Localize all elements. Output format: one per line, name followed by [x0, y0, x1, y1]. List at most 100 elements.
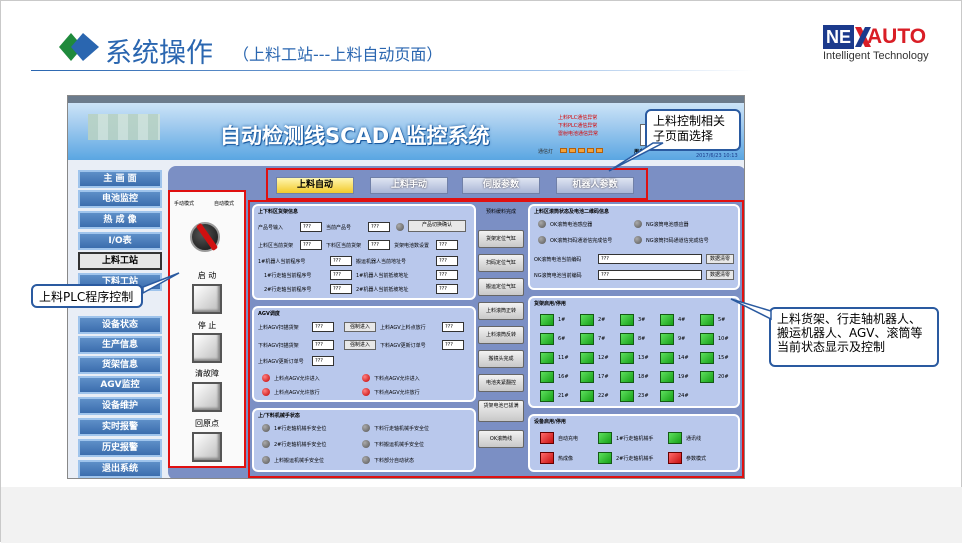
mode-selector-knob[interactable] [190, 222, 220, 252]
window-titlebar [68, 96, 744, 103]
roller-reverse-button[interactable]: 上料滚筒反转 [478, 326, 524, 344]
tab-robot-params[interactable]: 机器人参数 [556, 177, 634, 194]
rack-toggle-icon[interactable] [660, 390, 674, 402]
rack-slot-label: 8# [638, 336, 646, 342]
rack-toggle-icon[interactable] [700, 352, 714, 364]
rack-slot-label: 9# [678, 336, 686, 342]
rack-cylinder-button[interactable]: 货架定位气缸 [478, 230, 524, 248]
sensor-lamp-icon [538, 220, 546, 228]
nav-item-exit[interactable]: 退出系统 [78, 460, 162, 478]
device-toggle-icon[interactable] [540, 432, 554, 444]
nav-item-thermal[interactable]: 热 成 像 [78, 211, 162, 229]
rack-toggle-icon[interactable] [620, 371, 634, 383]
rack-toggle-icon[interactable] [620, 352, 634, 364]
rack-toggle-icon[interactable] [700, 371, 714, 383]
nav-item-production[interactable]: 生产信息 [78, 336, 162, 354]
rack-toggle-icon[interactable] [580, 314, 594, 326]
rack-toggle-icon[interactable] [660, 333, 674, 345]
rack-info-panel: 上下料区货架信息 产品号输入 ??? 当前产品号 ??? 产品切换确认 上料区当… [252, 204, 476, 300]
robot-lamp-label: 1#行走轴机械手安全位 [274, 426, 327, 432]
clock: 2017/6/23 10:13 [696, 153, 738, 159]
rack-slot-label: 10# [718, 336, 729, 342]
comm-label: 通信灯 [538, 149, 554, 155]
device-toggle-icon[interactable] [668, 452, 682, 464]
tab-servo-params[interactable]: 伺服参数 [462, 177, 540, 194]
robot-lamp-icon [362, 424, 370, 432]
tab-loading-manual[interactable]: 上料手动 [370, 177, 448, 194]
rack-toggle-title: 货架启用/停用 [534, 301, 566, 307]
product-no-input[interactable]: ??? [300, 222, 322, 232]
current-product-label: 当前产品号 [326, 225, 352, 231]
tab-loading-auto[interactable]: 上料自动 [276, 177, 354, 194]
lens-done-button[interactable]: 搬镜头完成 [478, 350, 524, 368]
ok-code-value: ??? [598, 254, 702, 264]
rack-field-label: 2#行走轴当前程序号 [264, 287, 312, 293]
nav-item-battery[interactable]: 电池监控 [78, 190, 162, 208]
rack-slot-label: 21# [558, 393, 569, 399]
rack-toggle-icon[interactable] [660, 371, 674, 383]
callout-status-display: 上料货架、行走轴机器人、搬运机器人、AGV、滚筒等当前状态显示及控制 [769, 307, 939, 367]
sensor-lamp-icon [634, 236, 642, 244]
rack-toggle-icon[interactable] [580, 371, 594, 383]
rack-toggle-icon[interactable] [580, 333, 594, 345]
robot-lamp-label: 2#行走轴机械手安全位 [274, 442, 327, 448]
device-toggle-icon[interactable] [668, 432, 682, 444]
force-enter-button[interactable]: 强制进入 [344, 340, 376, 350]
rack-field-label: 下料区当前货架 [326, 243, 362, 249]
nav-item-loading[interactable]: 上料工站 [78, 252, 162, 270]
rack-toggle-icon[interactable] [700, 314, 714, 326]
rack-slot-label: 14# [678, 355, 689, 361]
nav-item-maintenance[interactable]: 设备维护 [78, 397, 162, 415]
nav-item-main[interactable]: 主 画 面 [78, 170, 162, 188]
rack-toggle-icon[interactable] [580, 352, 594, 364]
brand-auto: AUTO [867, 25, 927, 48]
carry-cylinder-button[interactable]: 搬运定位气缸 [478, 278, 524, 296]
rack-toggle-icon[interactable] [660, 352, 674, 364]
rack-toggle-icon[interactable] [620, 333, 634, 345]
stop-button[interactable] [192, 333, 222, 363]
ng-code-value: ??? [598, 270, 702, 280]
nav-item-rack[interactable]: 货架信息 [78, 356, 162, 374]
rack-full-button[interactable]: 货架电池已拔满 [478, 400, 524, 422]
rack-toggle-icon[interactable] [580, 390, 594, 402]
nav-item-io[interactable]: I/O表 [78, 232, 162, 250]
start-button[interactable] [192, 284, 222, 314]
nav-item-agv[interactable]: AGV监控 [78, 376, 162, 394]
rack-toggle-icon[interactable] [540, 390, 554, 402]
product-switch-button[interactable]: 产品切换确认 [408, 220, 466, 232]
rack-field-value[interactable]: ??? [436, 240, 458, 250]
rack-toggle-icon[interactable] [620, 390, 634, 402]
rack-field-value: ??? [300, 240, 322, 250]
clear-fault-button[interactable] [192, 382, 222, 412]
rack-toggle-icon[interactable] [540, 314, 554, 326]
rack-toggle-icon[interactable] [540, 333, 554, 345]
device-toggle-panel: 设备启用/停用 自动充电 1#行走轴机械手 通讯线 热成像 2#行走轴机械手 参… [528, 414, 740, 472]
rack-toggle-icon[interactable] [700, 333, 714, 345]
nav-item-realtime-alarm[interactable]: 实时报警 [78, 418, 162, 436]
home-button[interactable] [192, 432, 222, 462]
rack-slot-label: 6# [558, 336, 566, 342]
battery-clamp-button[interactable]: 电池夹紧翻控 [478, 374, 524, 392]
rack-info-title: 上下料区货架信息 [258, 209, 299, 215]
rack-toggle-icon[interactable] [660, 314, 674, 326]
rack-toggle-icon[interactable] [620, 314, 634, 326]
device-toggle-icon[interactable] [598, 432, 612, 444]
device-toggle-icon[interactable] [540, 452, 554, 464]
ok-clear-button[interactable]: 数据清零 [706, 254, 734, 264]
ng-clear-button[interactable]: 数据清零 [706, 270, 734, 280]
alarm-line: 雷射电池通信异常 [558, 131, 599, 137]
roller-forward-button[interactable]: 上料滚筒正转 [478, 302, 524, 320]
rack-toggle-icon[interactable] [540, 371, 554, 383]
ok-roller-line-button[interactable]: OK滚筒线 [478, 430, 524, 448]
scan-cylinder-button[interactable]: 扫码定位气缸 [478, 254, 524, 272]
nav-item-history-alarm[interactable]: 历史报警 [78, 439, 162, 457]
callout-arrow-icon [142, 272, 180, 295]
force-enter-button[interactable]: 强制进入 [344, 322, 376, 332]
sensor-label: OK滚筒扫码通道信完成信号 [550, 238, 613, 244]
nav-item-device-status[interactable]: 设备状态 [78, 316, 162, 334]
knob-handle-icon [195, 222, 219, 252]
comm-lights [560, 148, 603, 153]
rack-toggle-icon[interactable] [540, 352, 554, 364]
robot-lamp-label: 下料搬运机械手安全位 [374, 442, 425, 448]
device-toggle-icon[interactable] [598, 452, 612, 464]
